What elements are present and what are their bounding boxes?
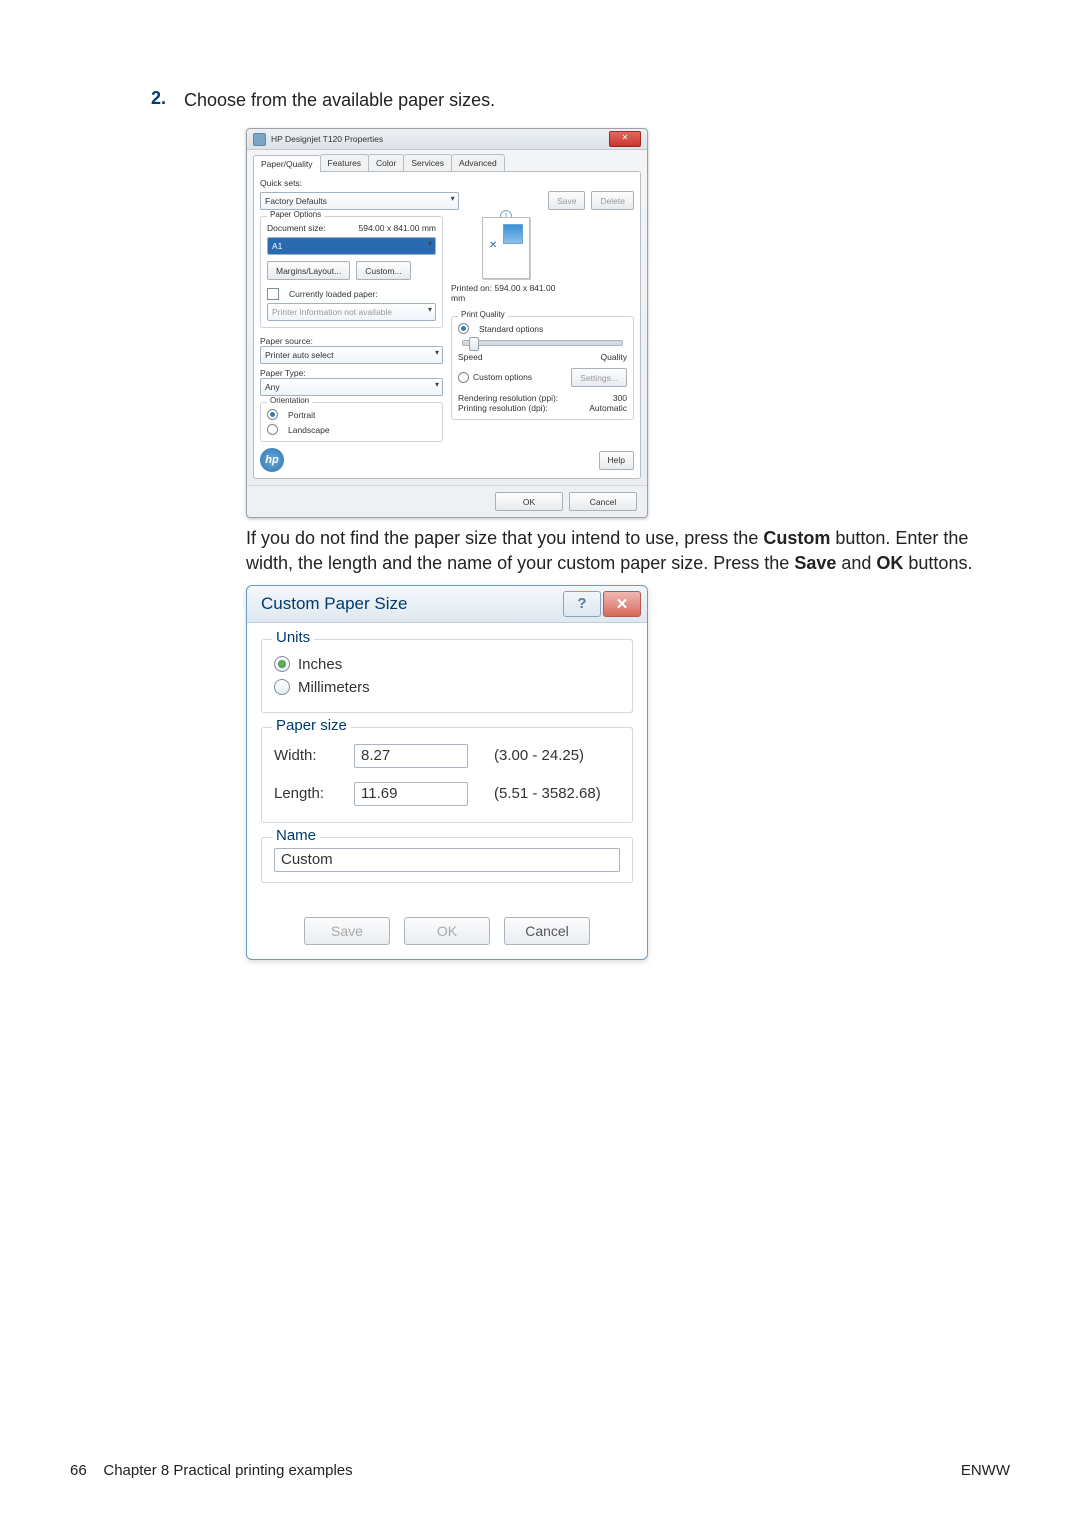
- paper-type-label: Paper Type:: [260, 368, 443, 378]
- orientation-legend: Orientation: [267, 396, 312, 405]
- length-input[interactable]: 11.69: [354, 782, 468, 806]
- length-label: Length:: [274, 785, 354, 802]
- standard-options-radio[interactable]: [458, 323, 469, 334]
- paper-size-legend: Paper size: [272, 717, 351, 734]
- inches-label: Inches: [298, 656, 342, 673]
- render-res-label: Rendering resolution (ppi):: [458, 393, 558, 403]
- tab-paper-quality[interactable]: Paper/Quality: [253, 155, 321, 172]
- loaded-paper-label: Currently loaded paper:: [289, 289, 378, 299]
- doc-size-value: 594.00 x 841.00 mm: [359, 223, 437, 233]
- speed-label: Speed: [458, 352, 483, 362]
- paper-source-label: Paper source:: [260, 336, 443, 346]
- page-preview: i Printed on: 594.00 x 841.00 mm: [451, 210, 561, 310]
- custom-button[interactable]: Custom...: [356, 261, 410, 280]
- width-label: Width:: [274, 747, 354, 764]
- close-icon[interactable]: ✕: [609, 131, 641, 147]
- delete-button[interactable]: Delete: [591, 191, 634, 210]
- quality-label: Quality: [601, 352, 627, 362]
- printer-properties-dialog: HP Designjet T120 Properties ✕ Paper/Qua…: [246, 128, 648, 518]
- custom-options-label: Custom options: [473, 372, 532, 382]
- paper-source-select[interactable]: Printer auto select: [260, 346, 443, 364]
- footer-left: 66 Chapter 8 Practical printing examples: [70, 1462, 353, 1479]
- cancel-button[interactable]: Cancel: [569, 492, 637, 511]
- help-icon[interactable]: ?: [563, 591, 601, 617]
- tab-strip: Paper/Quality Features Color Services Ad…: [247, 150, 647, 171]
- preview-image: [482, 217, 530, 279]
- ok-button[interactable]: OK: [495, 492, 563, 511]
- custom-paper-size-dialog: Custom Paper Size ? ✕ Units Inches Milli…: [246, 585, 648, 960]
- instruction-paragraph: If you do not find the paper size that y…: [246, 526, 1010, 575]
- paper-type-select[interactable]: Any: [260, 378, 443, 396]
- settings-button[interactable]: Settings...: [571, 368, 627, 387]
- margins-layout-button[interactable]: Margins/Layout...: [267, 261, 350, 280]
- landscape-label: Landscape: [288, 425, 330, 435]
- name-group: Name Custom: [261, 837, 633, 883]
- landscape-radio[interactable]: [267, 424, 278, 435]
- dialog-title: HP Designjet T120 Properties: [271, 134, 609, 144]
- render-res-value: 300: [613, 393, 627, 403]
- millimeters-label: Millimeters: [298, 679, 370, 696]
- print-res-value: Automatic: [589, 403, 627, 413]
- tab-services[interactable]: Services: [403, 154, 452, 171]
- quality-slider[interactable]: [462, 340, 623, 346]
- units-legend: Units: [272, 629, 314, 646]
- custom-cancel-button[interactable]: Cancel: [504, 917, 590, 945]
- step-number: 2.: [140, 88, 166, 112]
- custom-save-button[interactable]: Save: [304, 917, 390, 945]
- millimeters-radio[interactable]: [274, 679, 290, 695]
- units-group: Units Inches Millimeters: [261, 639, 633, 713]
- refresh-icon[interactable]: [267, 288, 279, 300]
- portrait-radio[interactable]: [267, 409, 278, 420]
- app-icon: [253, 133, 266, 146]
- width-range: (3.00 - 24.25): [494, 747, 584, 764]
- quick-sets-label: Quick sets:: [260, 178, 634, 188]
- step-text: Choose from the available paper sizes.: [184, 88, 495, 112]
- standard-options-label: Standard options: [479, 324, 543, 334]
- print-res-label: Printing resolution (dpi):: [458, 403, 548, 413]
- doc-size-label: Document size:: [267, 223, 326, 233]
- name-legend: Name: [272, 827, 320, 844]
- paper-size-select[interactable]: A1: [267, 237, 436, 255]
- print-quality-group: Print Quality Standard options SpeedQual…: [451, 316, 634, 420]
- tab-color[interactable]: Color: [368, 154, 404, 171]
- portrait-label: Portrait: [288, 410, 315, 420]
- loaded-paper-info: Printer Information not available: [267, 303, 436, 321]
- custom-dialog-title: Custom Paper Size: [253, 594, 561, 614]
- custom-ok-button[interactable]: OK: [404, 917, 490, 945]
- custom-options-radio[interactable]: [458, 372, 469, 383]
- paper-options-group: Paper Options Document size:594.00 x 841…: [260, 216, 443, 328]
- printed-on-label: Printed on: 594.00 x 841.00 mm: [451, 283, 561, 303]
- paper-options-legend: Paper Options: [267, 210, 324, 219]
- length-range: (5.51 - 3582.68): [494, 785, 601, 802]
- footer-right: ENWW: [961, 1462, 1010, 1479]
- inches-radio[interactable]: [274, 656, 290, 672]
- name-input[interactable]: Custom: [274, 848, 620, 872]
- print-quality-legend: Print Quality: [458, 310, 508, 319]
- close-icon[interactable]: ✕: [603, 591, 641, 617]
- save-button[interactable]: Save: [548, 191, 585, 210]
- orientation-group: Orientation Portrait Landscape: [260, 402, 443, 442]
- tab-features[interactable]: Features: [320, 154, 370, 171]
- help-button[interactable]: Help: [599, 451, 634, 470]
- quick-sets-select[interactable]: Factory Defaults: [260, 192, 459, 210]
- paper-size-group: Paper size Width:8.27(3.00 - 24.25) Leng…: [261, 727, 633, 823]
- tab-advanced[interactable]: Advanced: [451, 154, 505, 171]
- width-input[interactable]: 8.27: [354, 744, 468, 768]
- hp-logo-icon: hp: [260, 448, 284, 472]
